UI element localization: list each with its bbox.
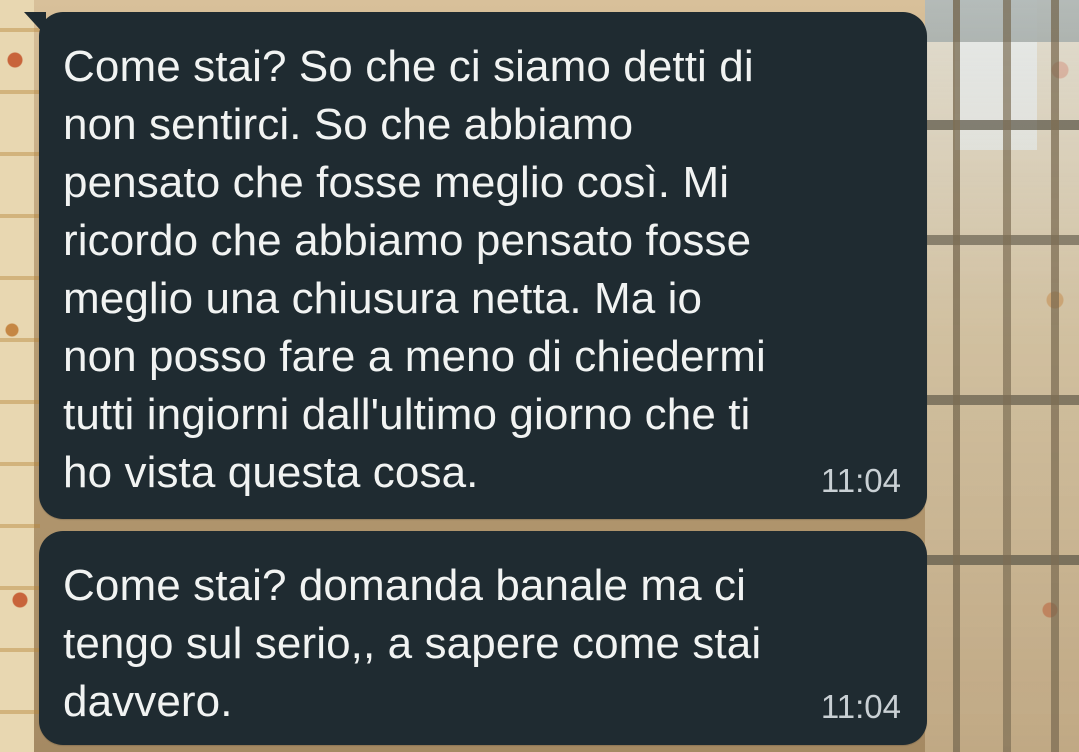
message-time: 11:04 [820, 688, 901, 725]
message-thread: Come stai? So che ci siamo detti di non … [0, 0, 1079, 752]
message-bubble[interactable]: Come stai? So che ci siamo detti di non … [24, 12, 927, 519]
message-bubble[interactable]: Come stai? domanda banale ma ci tengo su… [39, 531, 927, 745]
message-text: Come stai? domanda banale ma ci tengo su… [63, 561, 762, 726]
message-time: 11:04 [820, 462, 901, 499]
message-text: Come stai? So che ci siamo detti di non … [63, 42, 766, 497]
